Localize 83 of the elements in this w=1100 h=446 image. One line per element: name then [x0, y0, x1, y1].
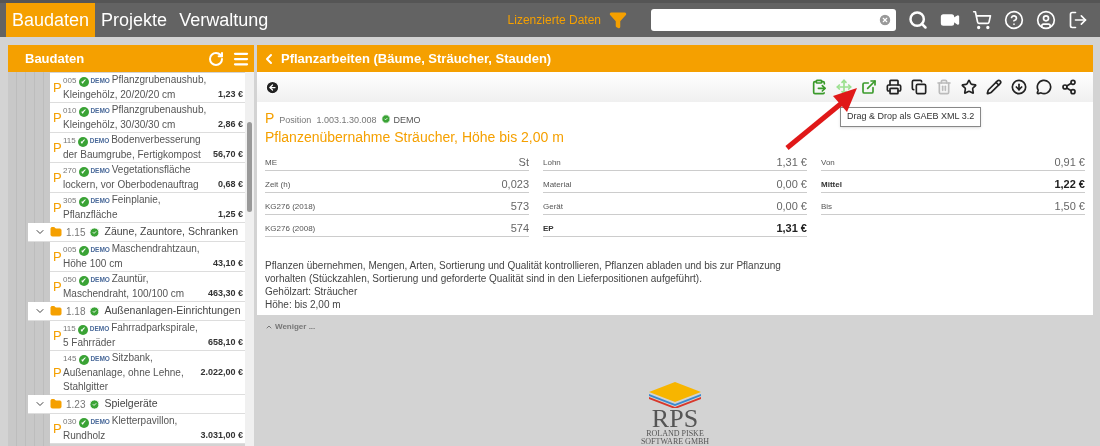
scrollbar[interactable] [245, 72, 254, 446]
tooltip: Drag & Drop als GAEB XML 3.2 [840, 107, 982, 127]
field-label: Von [821, 156, 835, 169]
field-label: EP [543, 222, 554, 235]
logo-line: ROLAND PISKE [646, 430, 704, 438]
position-type-letter: P [53, 277, 63, 296]
detail-title: Pflanzarbeiten (Bäume, Sträucher, Stauden) [281, 49, 552, 68]
check-icon [89, 305, 101, 317]
field-label: Gerät [543, 200, 563, 213]
position-type-letter: P [53, 108, 63, 127]
field-value: 573 [510, 199, 529, 215]
check-icon [89, 398, 101, 410]
group-code: 1.23 [66, 397, 86, 412]
copy-icon[interactable] [911, 79, 927, 95]
field-value: 574 [510, 221, 529, 237]
filter-icon[interactable] [609, 11, 627, 29]
user-icon[interactable] [1036, 10, 1056, 30]
nav-tab[interactable]: Verwaltung [173, 3, 275, 37]
description-text: Pflanzen übernehmen, Mengen, Arten, Sortierung und Qualität kontrollieren, Pflanzen abladen und bis zur Pflanzung vorhalten (Stückzahlen, Sortierung und geforderte Qualität sind in den Lieferpositionen aufgeführt). [265, 259, 782, 285]
group-title[interactable]: Spielgeräte [104, 396, 158, 412]
paste-icon[interactable] [811, 79, 827, 95]
field-value: 1,31 € [776, 155, 807, 171]
field-label: ME [265, 156, 277, 169]
field-label: Zeit (h) [265, 178, 291, 191]
comment-icon[interactable] [1036, 79, 1052, 95]
position-type-letter: P [53, 326, 63, 345]
group-title[interactable]: Außenanlagen-Einrichtungen [104, 303, 241, 319]
check-icon [381, 113, 392, 124]
field-value: 1,31 € [776, 221, 807, 237]
search-icon[interactable] [908, 10, 928, 30]
collapse-icon[interactable] [265, 323, 273, 331]
group-code: 1.15 [66, 225, 86, 240]
position-type-letter: P [53, 198, 63, 217]
export-icon[interactable] [861, 79, 877, 95]
position-type-letter: P [53, 168, 63, 187]
field-label: Mittel [821, 178, 842, 191]
folder-icon [50, 398, 62, 410]
position-number: 1.003.1.30.008 [316, 114, 377, 127]
favorite-icon[interactable] [961, 79, 977, 95]
logo-name: RPS [651, 408, 699, 430]
field-label: KG276 (2018) [265, 200, 316, 213]
print-icon[interactable] [886, 79, 902, 95]
field-value: 0,00 € [776, 199, 807, 215]
position-label: Position [279, 114, 312, 127]
logo-line: SOFTWARE GMBH [640, 438, 710, 446]
edit-icon[interactable] [986, 79, 1002, 95]
share-icon[interactable] [1061, 79, 1077, 95]
check-icon [89, 226, 101, 238]
nav-tab[interactable]: Projekte [95, 3, 174, 37]
field-label: Material [543, 178, 572, 191]
description-text: Höhe: bis 2,00 m [265, 298, 342, 311]
field-label: Bis [821, 200, 833, 213]
field-value: 0,00 € [776, 177, 807, 193]
help-icon[interactable] [1004, 10, 1024, 30]
folder-icon [50, 226, 62, 238]
demo-label: DEMO [393, 114, 421, 127]
back-icon[interactable] [265, 79, 280, 95]
group-code: 1.18 [66, 304, 86, 319]
cart-icon[interactable] [972, 10, 992, 30]
logout-icon[interactable] [1068, 10, 1088, 30]
position-type-letter: P [53, 363, 63, 382]
position-type-letter: P [53, 247, 63, 266]
field-value: 1,22 € [1054, 177, 1085, 193]
folder-icon [50, 305, 62, 317]
move-icon[interactable] [836, 79, 852, 95]
field-value: 1,50 € [1054, 199, 1085, 215]
group-title[interactable]: Zäune, Zauntore, Schranken [104, 224, 239, 240]
position-title: Pflanzenübernahme Sträucher, Höhe bis 2,00 m [265, 129, 565, 145]
position-type-letter: P [265, 109, 275, 128]
field-label: Lohn [543, 156, 561, 169]
position-type-letter: P [53, 419, 63, 438]
field-value: 0,91 € [1054, 155, 1085, 171]
field-value: St [518, 155, 529, 171]
search-field[interactable] [651, 9, 896, 31]
logo-diamonds-icon [649, 382, 701, 408]
position-type-letter: P [53, 138, 63, 157]
field-value: 0,023 [501, 177, 529, 193]
position-type-letter: P [53, 78, 63, 97]
clear-icon[interactable] [878, 13, 892, 27]
description-text: Gehölzart: Sträucher [265, 285, 359, 298]
field-label: KG276 (2008) [265, 222, 316, 235]
download-icon[interactable] [1011, 79, 1027, 95]
sidebar-title: Baudaten [25, 49, 86, 68]
